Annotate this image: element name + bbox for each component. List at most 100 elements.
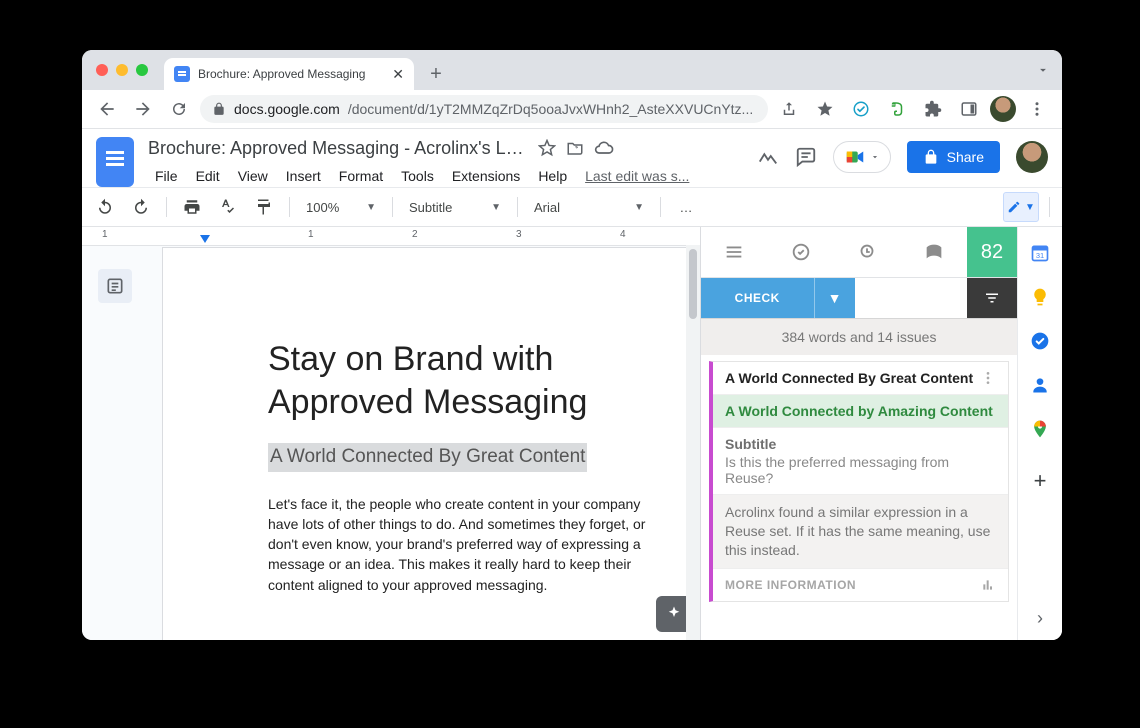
menu-view[interactable]: View — [231, 165, 275, 187]
reload-button[interactable] — [164, 94, 194, 124]
keep-app-icon[interactable] — [1018, 275, 1062, 319]
menu-format[interactable]: Format — [332, 165, 390, 187]
spellcheck-button[interactable] — [213, 192, 243, 222]
style-combo[interactable]: Subtitle ▼ — [403, 193, 507, 221]
menu-edit[interactable]: Edit — [189, 165, 227, 187]
move-icon[interactable] — [566, 139, 584, 157]
share-button[interactable]: Share — [907, 141, 1000, 173]
star-icon[interactable] — [538, 139, 556, 157]
close-window-icon[interactable] — [96, 64, 108, 76]
outline-toggle-button[interactable] — [98, 269, 132, 303]
toolbar: 100% ▼ Subtitle ▼ Arial ▼ … ▼ — [82, 187, 1062, 227]
card-suggestion[interactable]: A World Connected by Amazing Content — [713, 395, 1008, 428]
bookmark-icon[interactable] — [810, 94, 840, 124]
url-field[interactable]: docs.google.com/document/d/1yT2MMZqZrDq5… — [200, 95, 768, 123]
menu-bar: File Edit View Insert Format Tools Exten… — [148, 165, 757, 187]
new-tab-button[interactable]: + — [422, 60, 450, 88]
acrolinx-panel: Acrolinx ✕ 82 CHECK ▼ — [700, 227, 1017, 640]
acro-goals-icon[interactable] — [768, 227, 835, 277]
comments-icon[interactable] — [795, 146, 817, 168]
ruler-mark: 1 — [308, 229, 314, 240]
document-scroll[interactable]: 1 1 2 3 4 Stay on Brand with Approved Me… — [82, 227, 700, 640]
extension-checkmark-icon[interactable] — [846, 94, 876, 124]
tasks-app-icon[interactable] — [1018, 319, 1062, 363]
pencil-icon — [1007, 200, 1021, 214]
page-heading: Stay on Brand with Approved Messaging — [268, 338, 661, 423]
acro-menu-icon[interactable] — [701, 227, 768, 277]
browser-tab[interactable]: Brochure: Approved Messaging ✕ — [164, 58, 414, 90]
ruler-mark: 1 — [102, 229, 108, 240]
acro-library-icon[interactable] — [901, 227, 968, 277]
main-area: 1 1 2 3 4 Stay on Brand with Approved Me… — [82, 227, 1062, 640]
forward-button[interactable] — [128, 94, 158, 124]
acrolinx-nav: 82 — [701, 227, 1017, 278]
menu-extensions[interactable]: Extensions — [445, 165, 527, 187]
menu-help[interactable]: Help — [531, 165, 574, 187]
ruler-mark: 4 — [620, 229, 626, 240]
menu-tools[interactable]: Tools — [394, 165, 441, 187]
undo-button[interactable] — [90, 192, 120, 222]
check-dropdown[interactable]: ▼ — [814, 278, 855, 318]
font-combo[interactable]: Arial ▼ — [528, 193, 650, 221]
filter-button[interactable] — [967, 278, 1017, 318]
acro-summary: 384 words and 14 issues — [701, 319, 1017, 355]
style-value: Subtitle — [409, 200, 485, 215]
last-edit-link[interactable]: Last edit was s... — [578, 165, 696, 187]
font-value: Arial — [534, 200, 628, 215]
vertical-scrollbar[interactable] — [686, 245, 700, 640]
minimize-window-icon[interactable] — [116, 64, 128, 76]
url-path: /document/d/1yT2MMZqZrDq5ooaJvxWHnh2_Ast… — [348, 101, 756, 117]
acro-score[interactable]: 82 — [967, 227, 1017, 277]
browser-window: Brochure: Approved Messaging ✕ + docs.go… — [82, 50, 1062, 640]
share-page-icon[interactable] — [774, 94, 804, 124]
print-button[interactable] — [177, 192, 207, 222]
fullscreen-window-icon[interactable] — [136, 64, 148, 76]
docs-logo-icon[interactable] — [96, 137, 134, 187]
side-panel-icon[interactable] — [954, 94, 984, 124]
editing-mode-button[interactable]: ▼ — [1003, 192, 1039, 222]
page-subtitle-selected[interactable]: A World Connected By Great Content — [268, 443, 587, 472]
zoom-combo[interactable]: 100% ▼ — [300, 193, 382, 221]
paint-format-button[interactable] — [249, 192, 279, 222]
toolbar-more-icon[interactable]: … — [671, 192, 701, 222]
doc-header: Brochure: Approved Messaging - Acrolinx'… — [82, 129, 1062, 187]
add-addon-icon[interactable]: + — [1018, 459, 1062, 503]
account-avatar[interactable] — [1016, 141, 1048, 173]
tab-title: Brochure: Approved Messaging — [198, 67, 384, 81]
scroll-thumb[interactable] — [689, 249, 697, 319]
acro-search-icon[interactable] — [834, 227, 901, 277]
card-section-question: Is this the preferred messaging from Reu… — [725, 454, 996, 486]
back-button[interactable] — [92, 94, 122, 124]
docs-favicon-icon — [174, 66, 190, 82]
menu-kebab-icon[interactable] — [1022, 94, 1052, 124]
close-tab-icon[interactable]: ✕ — [392, 66, 404, 83]
calendar-app-icon[interactable]: 31 — [1018, 231, 1062, 275]
collapse-sidebar-icon[interactable]: › — [1037, 596, 1043, 640]
meet-button[interactable] — [833, 141, 891, 173]
card-menu-icon[interactable] — [980, 370, 996, 386]
evernote-extension-icon[interactable] — [882, 94, 912, 124]
page-paragraph: Let's face it, the people who create con… — [268, 494, 661, 595]
document-page[interactable]: Stay on Brand with Approved Messaging A … — [162, 247, 700, 640]
tabs-overflow-icon[interactable] — [1036, 50, 1050, 90]
acro-issue-card[interactable]: A World Connected By Great Content A Wor… — [709, 361, 1009, 602]
card-section: Subtitle Is this the preferred messaging… — [713, 428, 1008, 495]
right-sidebar: 31 + › — [1017, 227, 1062, 640]
document-title[interactable]: Brochure: Approved Messaging - Acrolinx'… — [148, 138, 528, 159]
lock-icon — [212, 102, 226, 116]
menu-insert[interactable]: Insert — [279, 165, 328, 187]
horizontal-ruler[interactable]: 1 1 2 3 4 — [82, 227, 700, 246]
card-more[interactable]: MORE INFORMATION — [713, 569, 1008, 601]
menu-file[interactable]: File — [148, 165, 185, 187]
contacts-app-icon[interactable] — [1018, 363, 1062, 407]
indent-marker-icon[interactable] — [200, 235, 210, 243]
window-controls — [96, 50, 164, 90]
cloud-status-icon[interactable] — [594, 138, 614, 158]
maps-app-icon[interactable] — [1018, 407, 1062, 451]
redo-button[interactable] — [126, 192, 156, 222]
check-button[interactable]: CHECK — [701, 278, 814, 318]
extensions-puzzle-icon[interactable] — [918, 94, 948, 124]
zoom-value: 100% — [306, 200, 360, 215]
profile-avatar[interactable] — [990, 96, 1016, 122]
activity-icon[interactable] — [757, 146, 779, 168]
